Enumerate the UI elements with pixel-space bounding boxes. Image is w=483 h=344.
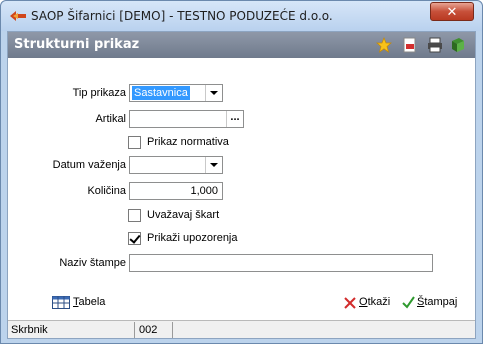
prikaz-normativa-checkbox[interactable] — [128, 136, 141, 149]
status-divider — [134, 322, 135, 338]
book-icon[interactable] — [450, 37, 466, 53]
otkazi-label: tkaži — [367, 296, 391, 308]
tip-prikaza-label: Tip prikaza — [72, 87, 126, 99]
prikazi-upozorenja-checkbox[interactable] — [128, 232, 141, 245]
kolicina-value: 1,000 — [190, 185, 218, 197]
form-title: Strukturni prikaz — [14, 37, 140, 52]
chevron-down-icon[interactable] — [205, 157, 222, 173]
print-icon[interactable] — [427, 37, 443, 53]
uvazavaj-skart-checkbox[interactable] — [128, 209, 141, 222]
status-user: Skrbnik — [11, 324, 48, 336]
close-icon — [344, 297, 356, 309]
stampaj-label: tampaj — [424, 296, 458, 308]
star-icon[interactable] — [376, 37, 392, 53]
status-code: 002 — [139, 324, 158, 336]
kolicina-label: Količina — [87, 185, 126, 197]
app-logo-icon — [10, 11, 26, 21]
uvazavaj-skart-label: Uvažavaj škart — [147, 209, 220, 221]
artikal-input[interactable]: ... — [129, 110, 244, 128]
datum-vazenja-label: Datum važenja — [52, 159, 126, 171]
status-divider — [172, 322, 173, 338]
chevron-down-icon[interactable] — [205, 85, 222, 101]
status-bar: Skrbnik 002 — [8, 320, 475, 338]
datum-vazenja-select[interactable] — [129, 156, 223, 174]
kolicina-input[interactable]: 1,000 — [129, 182, 223, 200]
tip-prikaza-value: Sastavnica — [132, 86, 190, 100]
naziv-stampe-input[interactable] — [129, 254, 433, 272]
prikazi-upozorenja-label: Prikaži upozorenja — [147, 232, 238, 244]
form-client-area: Strukturni prikaz Tip prikaza Sastavnica… — [7, 31, 476, 339]
window-title: SAOP Šifarnici [DEMO] - TESTNO PODUZEĆE … — [31, 9, 333, 23]
pdf-icon[interactable] — [402, 37, 418, 53]
artikal-lookup-button[interactable]: ... — [226, 111, 243, 127]
dialog-window: SAOP Šifarnici [DEMO] - TESTNO PODUZEĆE … — [0, 0, 483, 344]
check-icon — [402, 296, 415, 309]
artikal-label: Artikal — [95, 113, 126, 125]
otkazi-hotkey: O — [359, 296, 368, 308]
table-icon — [52, 296, 70, 309]
naziv-stampe-label: Naziv štampe — [59, 257, 126, 269]
close-button[interactable]: ✕ — [430, 2, 474, 21]
form-header: Strukturni prikaz — [8, 32, 475, 58]
tip-prikaza-select[interactable]: Sastavnica — [129, 84, 223, 102]
prikaz-normativa-label: Prikaz normativa — [147, 136, 229, 148]
title-bar[interactable]: SAOP Šifarnici [DEMO] - TESTNO PODUZEĆE … — [1, 1, 482, 31]
tabela-label: abela — [78, 296, 106, 308]
